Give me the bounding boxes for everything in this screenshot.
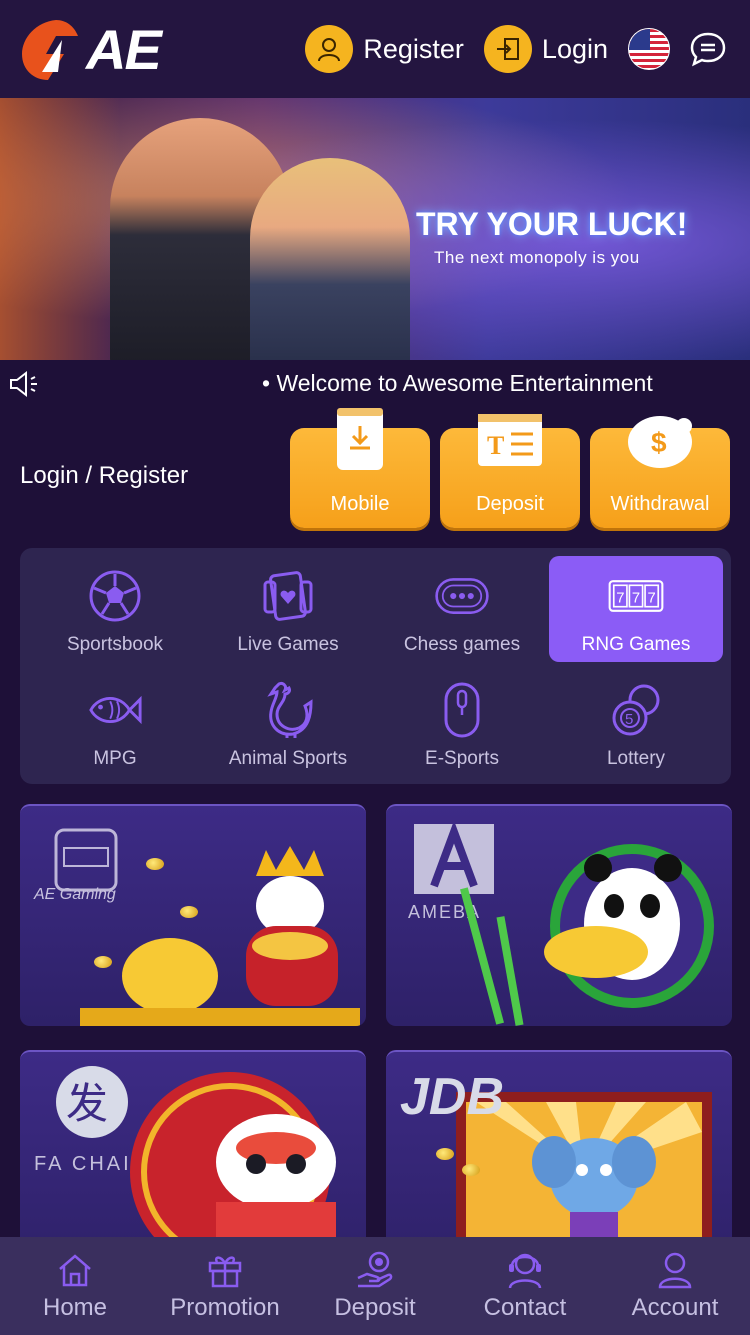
chat-bubble-icon[interactable]: [688, 29, 728, 69]
game-category-panel: Sportsbook Live Games Chess games 777 RN…: [20, 548, 731, 784]
banner-subtitle: The next monopoly is you: [434, 248, 640, 267]
svg-text:JDB: JDB: [400, 1068, 504, 1126]
svg-text:7: 7: [648, 591, 656, 607]
header-actions: Register Login: [285, 25, 728, 73]
slot-777-icon: 777: [608, 568, 664, 624]
logo-text: AE: [86, 17, 162, 81]
bottom-navigation: Home Promotion Deposit Contact Account: [0, 1237, 750, 1335]
gift-icon: [205, 1250, 245, 1290]
mobile-label: Mobile: [330, 493, 390, 515]
headset-icon: [505, 1250, 545, 1290]
nav-label: Home: [42, 1294, 108, 1321]
download-phone-icon: [335, 406, 385, 472]
cards-icon: [260, 568, 316, 624]
svg-text:5: 5: [625, 711, 633, 728]
login-label: Login: [541, 33, 608, 64]
svg-text:$: $: [651, 427, 667, 458]
game-card-ameba[interactable]: AMEBA: [386, 804, 732, 1026]
fa-chai-artwork: 发 FA CHAI: [34, 1066, 336, 1272]
category-mpg[interactable]: MPG: [28, 670, 202, 776]
category-lottery[interactable]: 5 Lottery: [549, 670, 723, 776]
coin-decoration: [94, 956, 112, 968]
withdrawal-button[interactable]: $ Withdrawal: [590, 416, 730, 528]
announcement-marquee: • Welcome to Awesome Entertainment: [0, 362, 750, 406]
coin-decoration: [462, 1164, 480, 1176]
top-header: AE Register Login: [0, 0, 750, 98]
nav-home[interactable]: Home: [0, 1250, 150, 1322]
login-button[interactable]: Login: [483, 25, 608, 73]
account-user-icon: [655, 1250, 695, 1290]
piggy-bank-icon: $: [620, 406, 700, 472]
marquee-text: • Welcome to Awesome Entertainment: [262, 370, 653, 396]
ae-logo[interactable]: AE: [16, 14, 162, 84]
register-label: Register: [363, 33, 464, 64]
category-label: Animal Sports: [228, 748, 348, 769]
deposit-card-icon: T: [475, 406, 545, 472]
login-register-link[interactable]: Login / Register: [20, 462, 188, 490]
nav-label: Deposit: [334, 1294, 416, 1321]
ae-logo-mark-icon: [22, 20, 78, 80]
promo-banner[interactable]: TRY YOUR LUCK! The next monopoly is you: [0, 98, 750, 360]
mouse-icon: [434, 682, 490, 738]
user-icon: [305, 25, 354, 73]
soccer-ball-icon: [87, 568, 143, 624]
nav-label: Promotion: [170, 1294, 280, 1321]
category-label: Sportsbook: [66, 634, 164, 655]
category-e-sports[interactable]: E-Sports: [375, 670, 549, 776]
register-button[interactable]: Register: [305, 25, 464, 73]
category-label: E-Sports: [425, 748, 499, 769]
speaker-icon: [10, 370, 37, 398]
home-icon: [55, 1250, 95, 1290]
us-flag-icon[interactable]: [628, 28, 670, 70]
svg-text:7: 7: [616, 591, 624, 607]
nav-account[interactable]: Account: [600, 1250, 750, 1322]
svg-text:发: 发: [66, 1079, 108, 1128]
ameba-artwork: AMEBA: [408, 820, 714, 1026]
chips-icon: [434, 568, 490, 624]
game-card-ae-gaming[interactable]: AE Gaming: [20, 804, 366, 1026]
coin-decoration: [436, 1148, 454, 1160]
category-label: Live Games: [237, 634, 339, 655]
lottery-ball-icon: 5: [608, 682, 664, 738]
login-arrow-icon: [483, 25, 532, 73]
mobile-button[interactable]: Mobile: [290, 408, 430, 528]
nav-label: Account: [631, 1294, 719, 1321]
svg-text:FA CHAI: FA CHAI: [34, 1153, 132, 1175]
coin-decoration: [180, 906, 198, 918]
deposit-quick-button[interactable]: T Deposit: [440, 414, 580, 528]
category-label: MPG: [93, 748, 137, 769]
banner-glow: [0, 98, 120, 360]
deposit-hand-icon: [355, 1250, 395, 1290]
nav-label: Contact: [483, 1294, 567, 1321]
category-label: Lottery: [606, 748, 666, 769]
category-chess-games[interactable]: Chess games: [375, 556, 549, 662]
category-label: RNG Games: [581, 634, 691, 655]
category-rng-games[interactable]: 777 RNG Games: [549, 556, 723, 662]
category-sportsbook[interactable]: Sportsbook: [28, 556, 202, 662]
svg-text:T: T: [487, 431, 504, 460]
game-brand: AE Gaming: [34, 886, 116, 903]
category-animal-sports[interactable]: Animal Sports: [201, 670, 375, 776]
fish-icon: [87, 682, 143, 738]
nav-contact[interactable]: Contact: [450, 1250, 600, 1322]
rooster-icon: [260, 682, 316, 738]
banner-title: TRY YOUR LUCK!: [416, 206, 688, 242]
deposit-quick-label: Deposit: [476, 493, 544, 515]
coin-decoration: [146, 858, 164, 870]
category-label: Chess games: [403, 634, 521, 655]
svg-text:7: 7: [632, 591, 640, 607]
nav-promotion[interactable]: Promotion: [150, 1250, 300, 1322]
withdrawal-label: Withdrawal: [610, 493, 710, 515]
banner-person-woman: [250, 158, 410, 360]
category-live-games[interactable]: Live Games: [201, 556, 375, 662]
jdb-artwork: JDB: [400, 1068, 712, 1242]
nav-deposit[interactable]: Deposit: [300, 1250, 450, 1322]
